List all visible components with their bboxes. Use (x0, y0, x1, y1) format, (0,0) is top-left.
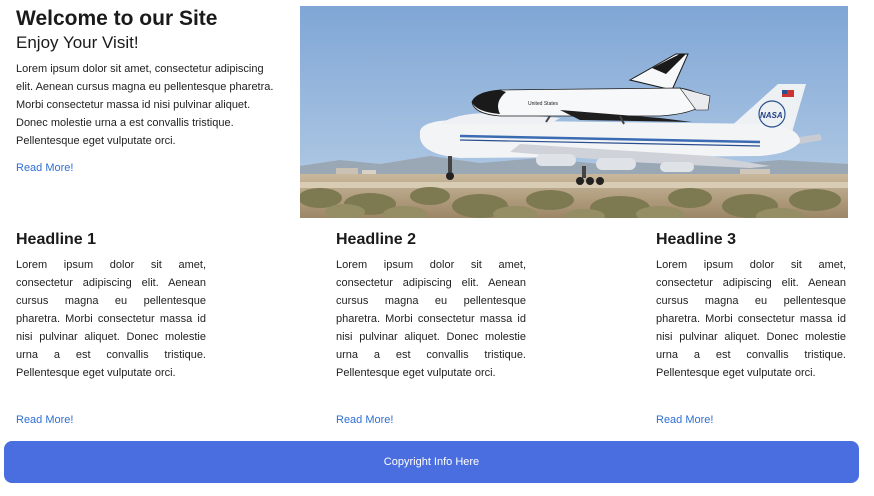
headline-column-1: Headline 1 Lorem ipsum dolor sit amet, c… (16, 230, 206, 426)
copyright-text: Copyright Info Here (383, 456, 480, 468)
hero-image: NASA United States (300, 6, 848, 218)
shuttle-label-text: United States (528, 101, 559, 107)
hero-read-more-link[interactable]: Read More! (16, 162, 73, 174)
column-paragraph: Lorem ipsum dolor sit amet, consectetur … (16, 259, 206, 379)
footer-bar: Copyright Info Here (4, 441, 859, 483)
column-headline: Headline 3 (656, 231, 737, 248)
hero-section: Welcome to our Site Enjoy Your Visit! Lo… (16, 6, 278, 176)
column-paragraph: Lorem ipsum dolor sit amet, consectetur … (336, 259, 526, 379)
page-subtitle: Enjoy Your Visit! (16, 33, 139, 52)
shuttle-carrier-illustration: NASA United States (300, 6, 848, 218)
column-3-read-more-link[interactable]: Read More! (656, 414, 713, 426)
column-2-read-more-link[interactable]: Read More! (336, 414, 393, 426)
column-1-read-more-link[interactable]: Read More! (16, 414, 73, 426)
page-title: Welcome to our Site (16, 7, 218, 30)
tail-logo-text: NASA (760, 111, 783, 120)
column-headline: Headline 2 (336, 231, 417, 248)
hero-paragraph: Lorem ipsum dolor sit amet, consectetur … (16, 63, 274, 147)
headline-column-3: Headline 3 Lorem ipsum dolor sit amet, c… (656, 230, 846, 426)
column-paragraph: Lorem ipsum dolor sit amet, consectetur … (656, 259, 846, 379)
column-headline: Headline 1 (16, 231, 97, 248)
headline-column-2: Headline 2 Lorem ipsum dolor sit amet, c… (336, 230, 526, 426)
